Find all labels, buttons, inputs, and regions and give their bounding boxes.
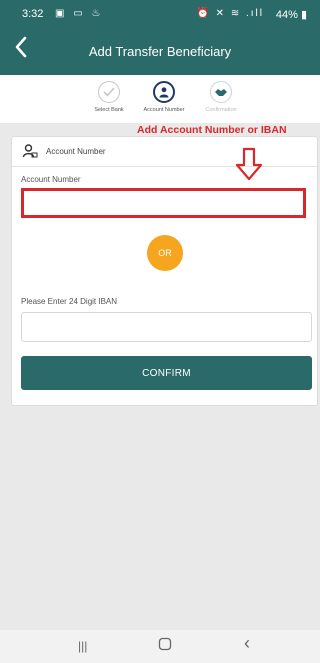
battery-percent: 44% [275,9,298,21]
iban-field[interactable] [21,312,312,342]
confirm-button[interactable]: CONFIRM [21,356,312,390]
check-icon [98,81,120,103]
nav-back-icon[interactable]: ‹ [244,633,250,654]
iban-label: Please Enter 24 Digit IBAN [21,297,118,306]
battery-icon: ▮ [300,9,307,21]
account-form-card: Account Number Account Number OR Please … [11,136,318,406]
status-bar: 3:32 ▣ ▭ ♨ ⏰ ✕ ≋ .ıll 44% ▮ [0,0,320,30]
progress-stepper: Select Bank Account Number Confirmation [0,75,320,123]
arrow-down-icon [235,147,263,186]
account-icon [153,81,175,103]
status-time: 3:32 [22,8,44,20]
step-confirmation: Confirmation [191,81,251,113]
step-label: Account Number [143,107,185,113]
step-select-bank: Select Bank [79,81,139,113]
instruction-annotation: Add Account Number or IBAN [137,124,287,136]
handshake-icon [210,81,232,103]
account-number-label: Account Number [21,175,81,184]
app-bar: Add Transfer Beneficiary [0,30,320,75]
account-number-input[interactable] [24,191,303,215]
home-icon[interactable] [158,637,172,655]
iban-input[interactable] [22,313,311,341]
account-number-field[interactable] [21,188,306,218]
step-label: Select Bank [94,107,124,113]
card-header-label: Account Number [46,147,106,156]
system-status-icons: ⏰ ✕ ≋ .ıll [196,8,264,19]
user-icon [22,143,38,164]
card-header: Account Number [12,137,317,167]
step-account-number: Account Number [134,81,194,113]
battery-indicator: 44% ▮ [276,8,307,21]
page-title: Add Transfer Beneficiary [88,44,232,59]
notification-icons: ▣ ▭ ♨ [55,8,104,19]
recents-icon[interactable]: ||| [78,639,87,653]
step-label: Confirmation [205,107,237,113]
or-separator: OR [147,235,183,271]
system-nav-bar: ||| ‹ [0,630,320,663]
